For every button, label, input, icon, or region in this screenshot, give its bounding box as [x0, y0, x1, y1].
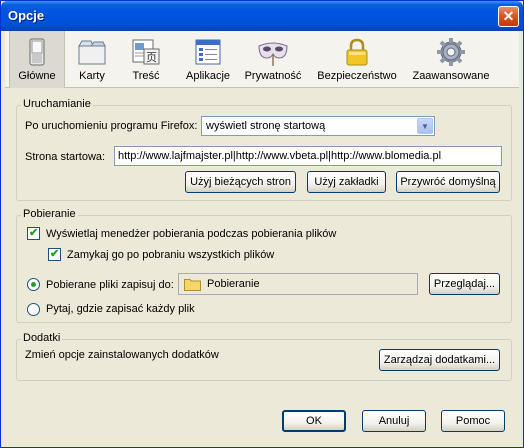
tab-security[interactable]: Bezpieczeństwo — [313, 31, 401, 88]
svg-text:页: 页 — [146, 51, 157, 64]
tab-applications-label: Aplikacje — [185, 70, 231, 82]
manage-addons-button[interactable]: Zarządzaj dodatkami... — [379, 349, 500, 371]
restore-default-button[interactable]: Przywróć domyślną — [396, 171, 500, 193]
close-button[interactable]: ✕ — [498, 6, 519, 27]
close-when-done-label[interactable]: Zamykaj go po pobraniu wszystkich plików — [67, 249, 274, 261]
privacy-mask-icon — [258, 42, 288, 66]
download-folder-name: Pobieranie — [207, 278, 260, 290]
options-dialog: Opcje ✕ Główne Karty 页 Treść Aplikacje P… — [0, 0, 524, 448]
window-title: Opcje — [8, 8, 45, 23]
when-start-label: Po uruchomieniu programu Firefox: — [25, 120, 198, 132]
tab-advanced-label: Zaawansowane — [412, 70, 490, 82]
help-button[interactable]: Pomoc — [441, 410, 505, 432]
tab-main[interactable]: Główne — [9, 31, 65, 88]
check-icon: ✔ — [50, 248, 60, 260]
options-pane-toolbar: Główne Karty 页 Treść Aplikacje Prywatnoś… — [5, 31, 519, 88]
show-download-manager-label[interactable]: Wyświetlaj menedżer pobierania podczas p… — [46, 228, 336, 240]
use-bookmark-button[interactable]: Użyj zakładki — [307, 171, 386, 193]
show-download-manager-checkbox[interactable]: ✔ — [27, 227, 40, 240]
save-to-folder-label[interactable]: Pobierane pliki zapisuj do: — [46, 279, 174, 291]
when-start-value: wyświetl stronę startową — [206, 120, 326, 132]
tab-advanced[interactable]: Zaawansowane — [407, 31, 495, 88]
folder-icon — [184, 279, 201, 291]
tab-applications[interactable]: Aplikacje — [179, 31, 237, 88]
gear-icon — [437, 38, 465, 66]
tab-privacy[interactable]: Prywatność — [241, 31, 305, 88]
tab-content[interactable]: 页 Treść — [123, 31, 169, 88]
home-page-label: Strona startowa: — [25, 151, 106, 163]
startup-group-title: Uruchamianie — [21, 98, 93, 110]
ok-button[interactable]: OK — [282, 410, 346, 432]
ask-where-to-save-label[interactable]: Pytaj, gdzie zapisać każdy plik — [46, 303, 195, 315]
applications-icon — [195, 39, 221, 65]
addons-description: Zmień opcje zainstalowanych dodatków — [25, 349, 219, 361]
padlock-icon — [346, 38, 368, 66]
addons-group-title: Dodatki — [21, 332, 63, 344]
chevron-down-icon[interactable]: ▼ — [417, 118, 433, 134]
downloads-group-title: Pobieranie — [21, 208, 78, 220]
tab-privacy-label: Prywatność — [244, 70, 302, 82]
tab-security-label: Bezpieczeństwo — [317, 70, 397, 82]
ask-where-to-save-radio[interactable] — [27, 303, 40, 316]
check-icon: ✔ — [29, 227, 39, 239]
content-icon: 页 — [132, 39, 160, 65]
download-folder-field: Pobieranie — [178, 273, 418, 295]
tab-tabs-label: Karty — [79, 70, 105, 82]
tabs-icon — [78, 40, 106, 65]
when-start-dropdown[interactable]: wyświetl stronę startową ▼ — [201, 116, 435, 136]
tab-content-label: Treść — [132, 70, 160, 82]
save-to-folder-radio[interactable] — [27, 278, 40, 291]
cancel-button[interactable]: Anuluj — [362, 410, 426, 432]
browse-button[interactable]: Przeglądaj... — [429, 273, 500, 295]
home-page-input[interactable]: http://www.lajfmajster.pl|http://www.vbe… — [114, 146, 502, 166]
tab-tabs[interactable]: Karty — [67, 31, 117, 88]
title-bar[interactable]: Opcje ✕ — [1, 1, 523, 31]
tab-main-label: Główne — [18, 70, 56, 82]
radio-selected-dot — [31, 282, 36, 287]
use-current-pages-button[interactable]: Użyj bieżących stron — [185, 171, 296, 193]
close-when-done-checkbox[interactable]: ✔ — [48, 248, 61, 261]
switch-icon — [29, 38, 45, 66]
